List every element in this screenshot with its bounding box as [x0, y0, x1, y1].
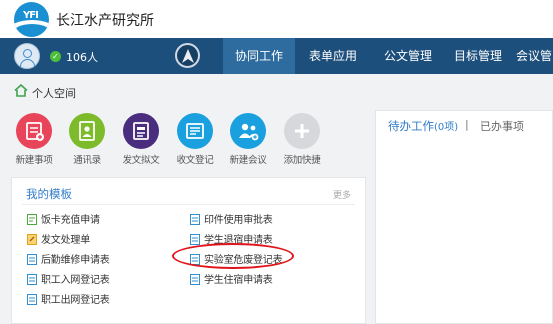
draft-document-icon — [123, 113, 159, 149]
template-label: 发文处理单 — [41, 235, 90, 246]
app-receive-document[interactable]: 收文登记 — [175, 113, 215, 166]
breadcrumb-personal-space[interactable]: 个人空间 — [32, 85, 76, 101]
template-item[interactable]: 学生住宿申请表 — [190, 271, 273, 286]
tab-pending-work[interactable]: 待办工作(0项) — [388, 118, 458, 134]
app-label: 添加快捷 — [283, 155, 321, 166]
form-icon — [27, 294, 37, 305]
online-user-count[interactable]: 106人 — [66, 49, 98, 65]
template-item[interactable]: 印件使用审批表 — [190, 211, 273, 226]
main-navbar: ✓ 106人 协同工作 表单应用 公文管理 目标管理 会议管 — [0, 38, 553, 74]
template-label: 后勤维修申请表 — [41, 255, 110, 266]
template-item[interactable]: 职工出网登记表 — [27, 291, 110, 306]
template-label: 饭卡充值申请 — [41, 215, 100, 226]
work-panel: 待办工作(0项) | 已办事项 — [375, 110, 553, 324]
nav-tab-collaboration[interactable]: 协同工作 — [223, 38, 295, 74]
template-item[interactable]: 后勤维修申请表 — [27, 251, 110, 266]
divider — [22, 204, 355, 205]
form-icon — [27, 214, 37, 225]
template-item[interactable]: 职工入网登记表 — [27, 271, 110, 286]
nav-tab-documents[interactable]: 公文管理 — [372, 38, 444, 74]
template-item[interactable]: 实验室危废登记表 — [190, 251, 283, 266]
app-add-shortcut[interactable]: 添加快捷 — [282, 113, 322, 166]
more-link[interactable]: 更多 — [333, 188, 351, 201]
online-status-icon: ✓ — [50, 51, 61, 62]
home-icon[interactable] — [14, 84, 28, 97]
template-label: 学生退宿申请表 — [204, 235, 273, 246]
template-label: 印件使用审批表 — [204, 215, 273, 226]
template-item[interactable]: 饭卡充值申请 — [27, 211, 100, 226]
navigation-compass-icon[interactable] — [175, 43, 200, 68]
user-avatar[interactable] — [14, 43, 40, 69]
nav-tab-meetings[interactable]: 会议管 — [512, 38, 553, 74]
app-label: 发文拟文 — [122, 155, 160, 166]
app-draft-document[interactable]: 发文拟文 — [121, 113, 161, 166]
template-item[interactable]: 发文处理单 — [27, 231, 90, 246]
template-label: 学生住宿申请表 — [204, 275, 273, 286]
form-icon — [190, 214, 200, 225]
form-icon — [190, 234, 200, 245]
new-item-icon — [16, 113, 52, 149]
app-label: 收文登记 — [176, 155, 214, 166]
template-label: 职工出网登记表 — [41, 295, 110, 306]
tab-separator: | — [465, 118, 469, 131]
app-label: 通讯录 — [73, 155, 101, 166]
panel-title: 我的模板 — [26, 187, 72, 201]
form-icon — [190, 274, 200, 285]
pending-work-count: (0项) — [434, 122, 459, 133]
nav-tab-objectives[interactable]: 目标管理 — [447, 38, 509, 74]
plus-icon — [284, 113, 320, 149]
form-icon — [27, 274, 37, 285]
app-label: 新建事项 — [15, 155, 53, 166]
breadcrumb-bar — [0, 74, 553, 110]
contacts-icon — [69, 113, 105, 149]
new-meeting-icon — [230, 113, 266, 149]
pending-work-label: 待办工作 — [388, 119, 434, 133]
top-header: YFI 长江水产研究所 — [0, 0, 553, 38]
app-new-meeting[interactable]: 新建会议 — [228, 113, 268, 166]
receive-document-icon — [177, 113, 213, 149]
app-contacts[interactable]: 通讯录 — [67, 113, 107, 166]
organization-logo: YFI — [14, 2, 49, 37]
document-icon — [27, 234, 37, 245]
template-item[interactable]: 学生退宿申请表 — [190, 231, 273, 246]
organization-name: 长江水产研究所 — [56, 13, 154, 29]
template-label: 职工入网登记表 — [41, 275, 110, 286]
app-new-item[interactable]: 新建事项 — [14, 113, 54, 166]
template-label: 实验室危废登记表 — [204, 255, 283, 266]
form-icon — [27, 254, 37, 265]
form-icon — [190, 254, 200, 265]
app-label: 新建会议 — [229, 155, 267, 166]
tab-completed-items[interactable]: 已办事项 — [480, 118, 524, 134]
nav-tab-forms[interactable]: 表单应用 — [297, 38, 369, 74]
